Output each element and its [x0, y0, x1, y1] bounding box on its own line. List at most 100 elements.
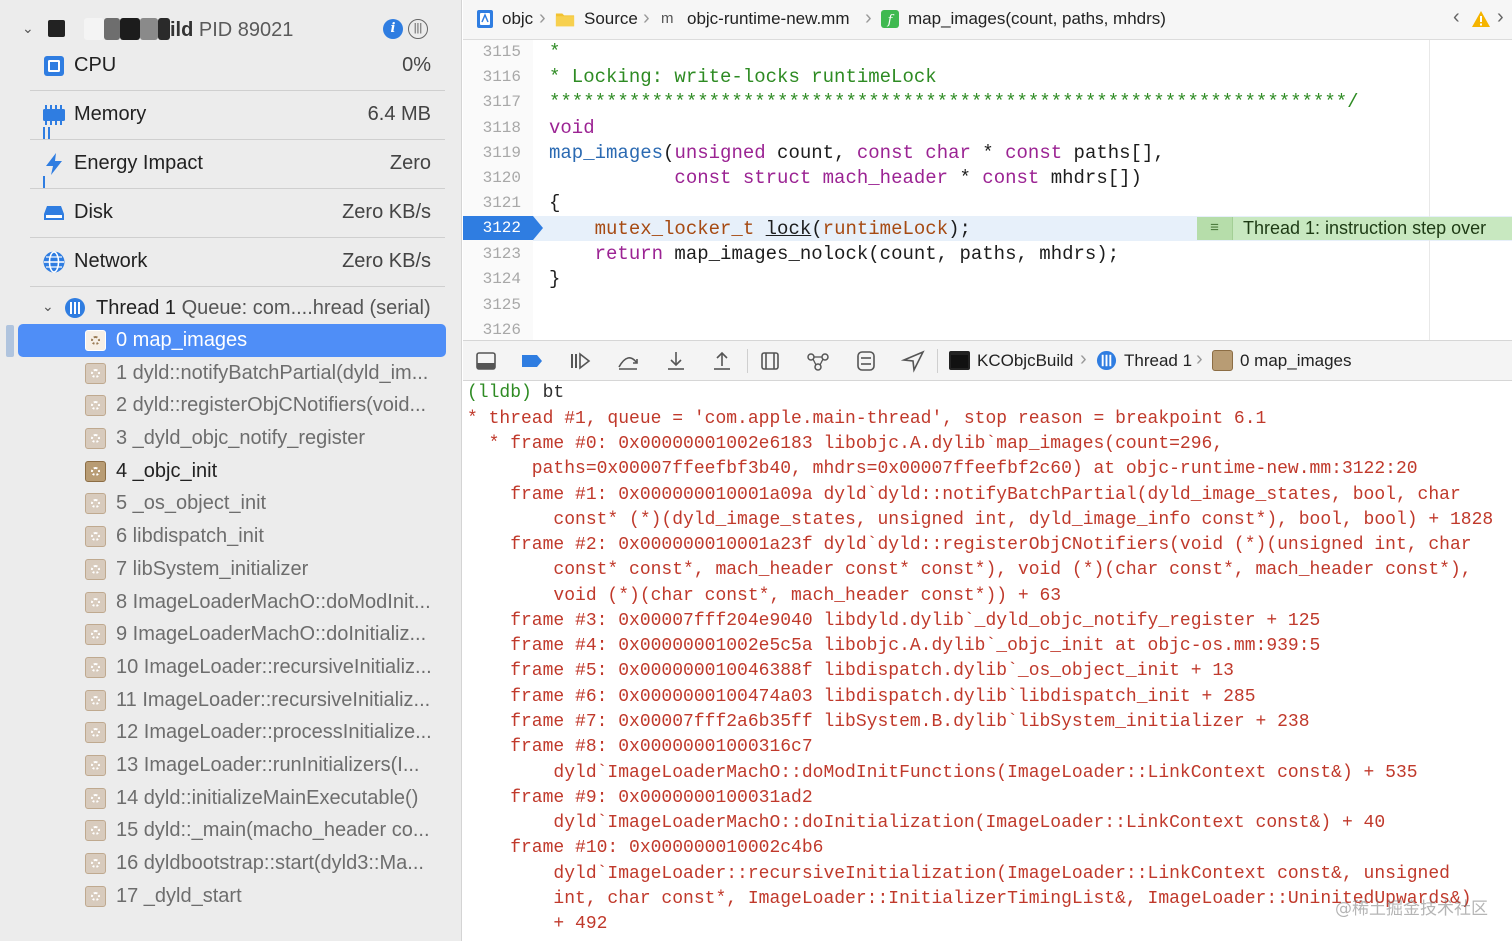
- breadcrumb-file[interactable]: objc-runtime-new.mm: [687, 9, 850, 29]
- chevron-down-icon[interactable]: ⌄: [22, 20, 34, 37]
- gauge-energy[interactable]: Energy Impact Zero: [30, 140, 445, 189]
- console-line: void (*)(char const*, mach_header const*…: [467, 586, 1062, 606]
- gauge-value: 0%: [402, 54, 431, 76]
- frame-icon: [85, 722, 106, 744]
- step-out-icon[interactable]: [709, 349, 735, 373]
- info-icon[interactable]: i: [383, 19, 403, 39]
- stack-frame-8[interactable]: 8 ImageLoaderMachO::doModInit...: [18, 586, 446, 619]
- frame-label: 2 dyld::registerObjCNotifiers(void...: [116, 394, 427, 417]
- breadcrumb-function[interactable]: map_images(count, paths, mhdrs): [908, 9, 1166, 29]
- stack-frame-4[interactable]: 4 _objc_init: [18, 455, 446, 488]
- stack-frame-6[interactable]: 6 libdispatch_init: [18, 520, 446, 553]
- gauge-label: Network: [74, 250, 148, 272]
- thread-row[interactable]: ⌄ Thread 1 Queue: com....hread (serial): [30, 292, 450, 324]
- code-line: map_images(unsigned count, const char * …: [549, 142, 1165, 164]
- thread-icon: [65, 298, 85, 318]
- breakpoints-toggle-icon[interactable]: [519, 349, 545, 373]
- breadcrumb-project[interactable]: objc: [502, 9, 533, 29]
- line-number: 3120: [482, 169, 521, 187]
- frame-label: 12 ImageLoader::processInitialize...: [116, 721, 432, 744]
- step-into-icon[interactable]: [663, 349, 689, 373]
- gauge-memory[interactable]: Memory 6.4 MB: [30, 91, 445, 140]
- stack-frame-14[interactable]: 14 dyld::initializeMainExecutable(): [18, 782, 446, 815]
- line-number: 3117: [482, 93, 521, 111]
- chevron-left-icon[interactable]: ‹: [1453, 6, 1460, 29]
- jump-bar: objc › Source › m objc-runtime-new.mm › …: [463, 0, 1512, 40]
- thread-annotation[interactable]: ≡ Thread 1: instruction step over: [1197, 217, 1512, 240]
- thread-name: Thread 1: [96, 297, 177, 319]
- frame-label: 17 _dyld_start: [116, 884, 242, 907]
- frame-label: 0 map_images: [116, 329, 248, 351]
- stack-frame-1[interactable]: 1 dyld::notifyBatchPartial(dyld_im...: [18, 357, 446, 390]
- breadcrumb-folder[interactable]: Source: [584, 9, 638, 29]
- function-icon: f: [881, 10, 899, 28]
- chevron-right-icon: ›: [1080, 348, 1087, 370]
- line-number: 3119: [482, 144, 521, 162]
- debug-breadcrumb-frame[interactable]: 0 map_images: [1240, 351, 1352, 371]
- gauge-cpu[interactable]: CPU 0%: [30, 42, 445, 91]
- chevron-right-icon: ›: [539, 7, 546, 29]
- debug-breadcrumb-target[interactable]: KCObjcBuild: [977, 351, 1073, 371]
- memory-graph-icon[interactable]: [805, 349, 831, 373]
- terminal-app-icon: [949, 351, 970, 370]
- lldb-console[interactable]: (lldb) bt * thread #1, queue = 'com.appl…: [463, 381, 1512, 941]
- environment-overrides-icon[interactable]: [853, 349, 879, 373]
- debug-breadcrumb-thread[interactable]: Thread 1: [1124, 351, 1192, 371]
- simulate-location-icon[interactable]: [901, 349, 927, 373]
- disk-icon: [44, 206, 64, 220]
- stack-frame-7[interactable]: 7 libSystem_initializer: [18, 553, 446, 586]
- app-icon: [48, 20, 65, 37]
- stack-frame-5[interactable]: 5 _os_object_init: [18, 487, 446, 520]
- stack-frame-12[interactable]: 12 ImageLoader::processInitialize...: [18, 716, 446, 749]
- stack-frame-15[interactable]: 15 dyld::_main(macho_header co...: [18, 814, 446, 847]
- stack-frame-11[interactable]: 11 ImageLoader::recursiveInitializ...: [18, 684, 446, 717]
- continue-icon[interactable]: [567, 349, 593, 373]
- hide-debug-area-icon[interactable]: [473, 349, 499, 373]
- watermark: @稀土掘金技术社区: [1335, 899, 1488, 919]
- code-token: lock: [765, 218, 812, 240]
- stack-frame-3[interactable]: 3 _dyld_objc_notify_register: [18, 422, 446, 455]
- stack-frame-13[interactable]: 13 ImageLoader::runInitializers(I...: [18, 749, 446, 782]
- chevron-down-icon[interactable]: ⌄: [42, 298, 54, 315]
- frame-label: 14 dyld::initializeMainExecutable(): [116, 786, 419, 809]
- cpu-icon: [44, 56, 64, 76]
- thread-label: Thread 1 Queue: com....hread (serial): [96, 297, 431, 320]
- code-token: mach_header: [811, 167, 949, 189]
- frame-label: 13 ImageLoader::runInitializers(I...: [116, 753, 420, 776]
- view-hierarchy-icon[interactable]: [757, 349, 783, 373]
- chevron-right-icon: ›: [1196, 348, 1203, 370]
- redacted-name-part: [140, 18, 158, 40]
- list-icon: ≡: [1197, 217, 1233, 240]
- warning-icon[interactable]: [1471, 10, 1491, 28]
- console-line: + 492: [467, 914, 608, 934]
- code-token: runtimeLock: [822, 218, 949, 240]
- stack-frame-10[interactable]: 10 ImageLoader::recursiveInitializ...: [18, 651, 446, 684]
- frame-label: 3 _dyld_objc_notify_register: [116, 427, 366, 450]
- chevron-right-icon[interactable]: ›: [1497, 6, 1504, 29]
- code-token: *: [970, 142, 1006, 164]
- source-editor[interactable]: 3115 3116 3117 3118 3119 3120 3121 3122 …: [463, 40, 1512, 340]
- code-token: map_images: [549, 142, 664, 164]
- stack-frame-17[interactable]: 17 _dyld_start: [18, 880, 446, 913]
- gauge-value: 6.4 MB: [367, 103, 431, 125]
- gauge-disk[interactable]: Disk Zero KB/s: [30, 189, 445, 238]
- step-over-icon[interactable]: [615, 349, 641, 373]
- redacted-name-part: [84, 18, 104, 40]
- stack-frame-9[interactable]: 9 ImageLoaderMachO::doInitializ...: [18, 618, 446, 651]
- frame-label: 15 dyld::_main(macho_header co...: [116, 819, 430, 842]
- threads-icon[interactable]: |||: [408, 19, 428, 39]
- gauge-network[interactable]: Network Zero KB/s: [30, 238, 445, 287]
- stack-frame-16[interactable]: 16 dyldbootstrap::start(dyld3::Ma...: [18, 847, 446, 880]
- memory-sparkline: [43, 127, 45, 139]
- line-number: 3125: [482, 296, 521, 314]
- code-token: const: [1005, 142, 1063, 164]
- stack-frame-2[interactable]: 2 dyld::registerObjCNotifiers(void...: [18, 389, 446, 422]
- stack-frame-0[interactable]: 0 map_images: [18, 324, 446, 357]
- frame-icon: [85, 624, 106, 646]
- gauge-label: Memory: [74, 103, 147, 125]
- program-counter-badge[interactable]: 3122: [463, 216, 533, 240]
- lightning-icon: [46, 153, 62, 175]
- process-name: ild: [170, 19, 194, 41]
